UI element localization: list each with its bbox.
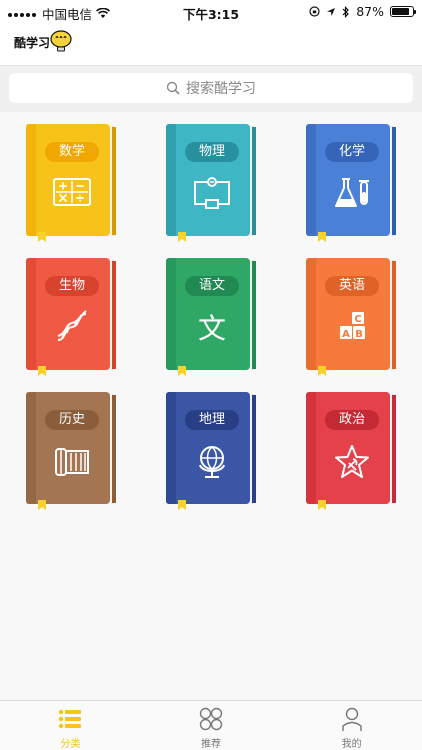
book-spine bbox=[306, 258, 316, 370]
orientation-lock-icon bbox=[309, 6, 320, 17]
bookmark-ribbon bbox=[178, 500, 186, 510]
book-edge bbox=[392, 395, 396, 503]
subject-book[interactable]: 地理 bbox=[166, 392, 256, 510]
calculator-icon bbox=[53, 178, 91, 206]
app-logo: 酷学习 bbox=[14, 29, 73, 53]
search-bar[interactable]: 搜索酷学习 bbox=[9, 73, 413, 103]
book-edge bbox=[252, 261, 256, 369]
grid-circles-icon bbox=[199, 707, 223, 731]
tab-profile-label: 我的 bbox=[341, 739, 362, 750]
subject-label: 化学 bbox=[325, 142, 379, 162]
subject-book[interactable]: 物理 bbox=[166, 124, 256, 242]
subject-label: 历史 bbox=[45, 410, 99, 430]
book-cover: 政治 bbox=[306, 392, 390, 504]
subject-book[interactable]: 英语 C A B bbox=[306, 258, 396, 376]
svg-text:A: A bbox=[342, 329, 350, 340]
subject-label: 语文 bbox=[185, 276, 239, 296]
bookmark-ribbon bbox=[38, 500, 46, 510]
book-cover: 数学 bbox=[26, 124, 110, 236]
subject-label: 英语 bbox=[325, 276, 379, 296]
svg-text:文: 文 bbox=[198, 312, 226, 344]
subject-book[interactable]: 化学 bbox=[306, 124, 396, 242]
subject-book[interactable]: 数学 bbox=[26, 124, 116, 242]
search-area: 搜索酷学习 bbox=[0, 66, 422, 112]
subject-book[interactable]: 历史 bbox=[26, 392, 116, 510]
book-spine bbox=[26, 258, 36, 370]
abc-blocks-icon: CA B bbox=[340, 312, 365, 340]
logo-text: 酷学习 bbox=[14, 36, 51, 50]
tab-recommend-label: 推荐 bbox=[201, 739, 221, 750]
tab-profile[interactable]: 我的 bbox=[281, 701, 422, 750]
tab-category-label: 分类 bbox=[60, 739, 81, 750]
book-edge bbox=[112, 127, 116, 235]
book-spine bbox=[26, 124, 36, 236]
flask-icon bbox=[335, 178, 369, 207]
book-cover: 语文文 bbox=[166, 258, 250, 370]
subject-label: 数学 bbox=[45, 142, 99, 162]
subject-label: 政治 bbox=[325, 410, 379, 430]
tab-bar: 分类 推荐 我的 bbox=[0, 700, 422, 750]
battery-icon bbox=[390, 6, 416, 17]
subject-label: 地理 bbox=[185, 410, 239, 430]
book-edge bbox=[112, 261, 116, 369]
circuit-icon bbox=[194, 177, 230, 209]
svg-text:C: C bbox=[354, 314, 361, 325]
bookmark-ribbon bbox=[38, 232, 46, 242]
status-right: 87% bbox=[309, 4, 416, 19]
book-cover: 化学 bbox=[306, 124, 390, 236]
book-cover: 历史 bbox=[26, 392, 110, 504]
book-edge bbox=[252, 395, 256, 503]
bookmark-ribbon bbox=[318, 500, 326, 510]
book-spine bbox=[306, 392, 316, 504]
book-spine bbox=[166, 392, 176, 504]
globe-icon bbox=[199, 446, 225, 478]
star-emblem-icon bbox=[335, 445, 369, 478]
battery-percent: 87% bbox=[356, 4, 384, 19]
status-bar: 中国电信 下午3:15 87% bbox=[0, 0, 422, 24]
scroll-icon bbox=[55, 448, 89, 476]
bookmark-ribbon bbox=[318, 232, 326, 242]
book-spine bbox=[166, 258, 176, 370]
svg-text:B: B bbox=[355, 329, 363, 340]
book-edge bbox=[252, 127, 256, 235]
book-spine bbox=[26, 392, 36, 504]
subject-book[interactable]: 语文文 bbox=[166, 258, 256, 376]
app-header: 酷学习 bbox=[0, 24, 422, 66]
bookmark-ribbon bbox=[178, 232, 186, 242]
tab-recommend[interactable]: 推荐 bbox=[141, 701, 282, 750]
book-edge bbox=[112, 395, 116, 503]
book-spine bbox=[306, 124, 316, 236]
book-cover: 地理 bbox=[166, 392, 250, 504]
book-spine bbox=[166, 124, 176, 236]
list-icon bbox=[59, 709, 82, 729]
search-placeholder: 搜索酷学习 bbox=[186, 81, 256, 97]
book-cover: 物理 bbox=[166, 124, 250, 236]
subject-label: 生物 bbox=[45, 276, 99, 296]
wen-character-icon: 文 bbox=[198, 312, 226, 344]
lightbulb-icon bbox=[50, 30, 72, 52]
bookmark-ribbon bbox=[38, 366, 46, 376]
search-icon bbox=[166, 81, 180, 95]
subject-book[interactable]: 政治 bbox=[306, 392, 396, 510]
person-icon bbox=[341, 707, 362, 731]
subject-label: 物理 bbox=[185, 142, 239, 162]
book-cover: 生物 bbox=[26, 258, 110, 370]
bookmark-ribbon bbox=[178, 366, 186, 376]
bookmark-ribbon bbox=[318, 366, 326, 376]
tab-category[interactable]: 分类 bbox=[0, 701, 141, 750]
location-icon bbox=[327, 7, 336, 16]
dna-icon bbox=[57, 310, 87, 341]
book-edge bbox=[392, 127, 396, 235]
subject-book[interactable]: 生物 bbox=[26, 258, 116, 376]
book-edge bbox=[392, 261, 396, 369]
bluetooth-icon bbox=[342, 5, 350, 18]
book-cover: 英语 C A B bbox=[306, 258, 390, 370]
